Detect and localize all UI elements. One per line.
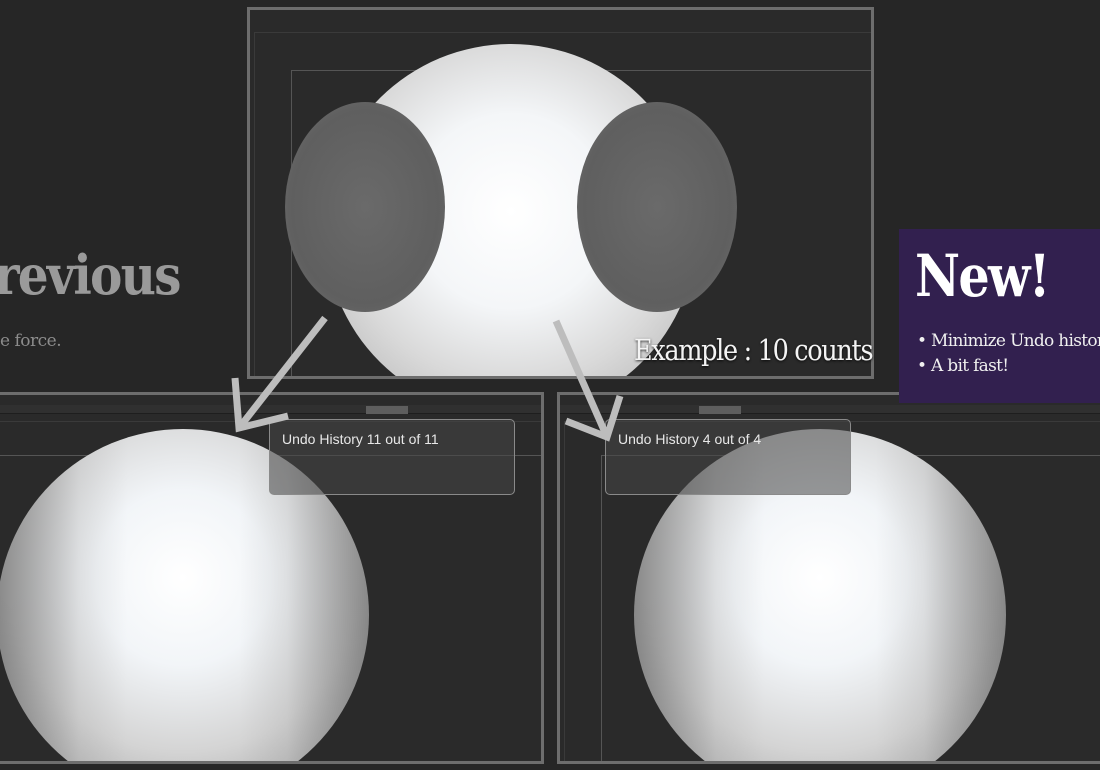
undo-history-tooltip-right: Undo History 4 out of 4: [605, 419, 851, 495]
slide-stage: revious e force. Example : 10 counts Und…: [0, 0, 1100, 770]
viewport-toolbar: [0, 405, 541, 414]
new-feature-item: • Minimize Undo history p: [917, 331, 1100, 351]
viewport-tab: [699, 406, 741, 414]
viewport-toolbar: [560, 405, 1100, 414]
undo-history-tooltip-left: Undo History 11 out of 11: [269, 419, 515, 495]
example-counts-label: Example : 10 counts: [634, 333, 874, 367]
viewport-tab: [366, 406, 408, 414]
new-feature-title: New!: [915, 242, 1050, 310]
left-heading-subtitle: e force.: [0, 331, 62, 351]
undo-history-text: Undo History 11 out of 11: [282, 431, 439, 447]
new-feature-list: • Minimize Undo history p • A bit fast!: [917, 329, 1100, 379]
undo-history-text: Undo History 4 out of 4: [618, 431, 762, 447]
left-heading-title: revious: [0, 243, 182, 307]
sphere-left-indent: [285, 102, 445, 312]
new-feature-box: New! • Minimize Undo history p • A bit f…: [899, 229, 1100, 403]
new-feature-item: • A bit fast!: [917, 356, 1009, 376]
top-viewport-screenshot: [247, 7, 874, 379]
sphere-right-indent: [577, 102, 737, 312]
